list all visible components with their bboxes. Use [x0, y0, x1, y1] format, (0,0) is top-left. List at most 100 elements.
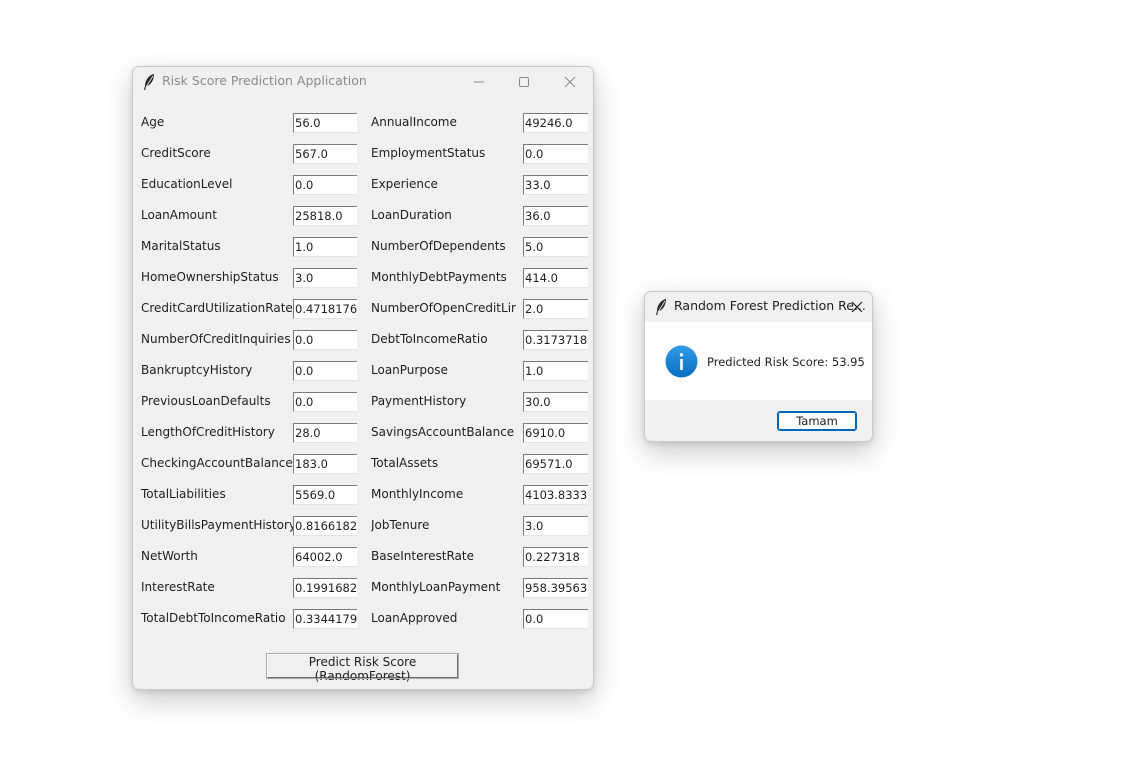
field-input[interactable] — [293, 144, 357, 164]
field-input[interactable] — [293, 609, 357, 629]
form-row: CheckingAccountBalance TotalAssets — [133, 454, 593, 474]
field-input[interactable] — [293, 330, 357, 350]
form-row: TotalDebtToIncomeRatio LoanApproved — [133, 609, 593, 629]
form-row: LengthOfCreditHistory SavingsAccountBalan… — [133, 423, 593, 443]
field-label: InterestRate — [141, 580, 215, 594]
form-row: PreviousLoanDefaults PaymentHistory — [133, 392, 593, 412]
field-input[interactable] — [293, 175, 357, 195]
window-title: Risk Score Prediction Application — [162, 73, 367, 88]
field-input[interactable] — [293, 299, 357, 319]
dialog-body: Predicted Risk Score: 53.95 — [645, 322, 872, 400]
prediction-dialog: Random Forest Prediction Re... Predicted… — [644, 291, 873, 442]
field-input[interactable] — [523, 268, 588, 288]
field-label: TotalAssets — [371, 456, 439, 470]
field-label: AnnualIncome — [371, 115, 457, 129]
field-label: MaritalStatus — [141, 239, 221, 253]
field-input[interactable] — [523, 392, 588, 412]
field-label: LoanPurpose — [371, 363, 448, 377]
field-label: CheckingAccountBalance — [141, 456, 293, 470]
ok-button[interactable]: Tamam — [777, 411, 857, 431]
form-row: CreditScore EmploymentStatus — [133, 144, 593, 164]
field-label: NetWorth — [141, 549, 198, 563]
field-label: JobTenure — [371, 518, 430, 532]
field-label: SavingsAccountBalance — [371, 425, 515, 439]
field-label: PaymentHistory — [371, 394, 467, 408]
field-label: PreviousLoanDefaults — [141, 394, 271, 408]
field-label: DebtToIncomeRatio — [371, 332, 488, 346]
field-input[interactable] — [293, 547, 357, 567]
field-input[interactable] — [523, 609, 588, 629]
field-label: CreditCardUtilizationRate — [141, 301, 293, 315]
field-label: HomeOwnershipStatus — [141, 270, 279, 284]
field-input[interactable] — [293, 423, 357, 443]
form-row: MaritalStatus NumberOfDependents — [133, 237, 593, 257]
form-row: EducationLevel Experience — [133, 175, 593, 195]
field-input[interactable] — [523, 547, 588, 567]
field-label: NumberOfCreditInquiries — [141, 332, 291, 346]
field-input[interactable] — [293, 454, 357, 474]
field-label: LoanDuration — [371, 208, 452, 222]
field-input[interactable] — [523, 299, 588, 319]
form-row: InterestRate MonthlyLoanPayment — [133, 578, 593, 598]
field-label: CreditScore — [141, 146, 211, 160]
field-input[interactable] — [293, 361, 357, 381]
field-input[interactable] — [523, 485, 588, 505]
maximize-icon[interactable] — [513, 71, 535, 93]
field-label: BaseInterestRate — [371, 549, 474, 563]
field-label: MonthlyIncome — [371, 487, 464, 501]
title-bar[interactable]: Risk Score Prediction Application — [133, 67, 593, 97]
prediction-message: Predicted Risk Score: 53.95 — [707, 355, 865, 369]
field-label: LoanAmount — [141, 208, 217, 222]
field-label: LoanApproved — [371, 611, 458, 625]
field-input[interactable] — [293, 206, 357, 226]
field-input[interactable] — [523, 361, 588, 381]
field-input[interactable] — [523, 175, 588, 195]
field-input[interactable] — [293, 578, 357, 598]
minimize-icon[interactable] — [468, 71, 490, 93]
field-input[interactable] — [523, 516, 588, 536]
field-label: LengthOfCreditHistory — [141, 425, 275, 439]
form-row: TotalLiabilities MonthlyIncome — [133, 485, 593, 505]
field-label: Experience — [371, 177, 438, 191]
form-row: Age AnnualIncome — [133, 113, 593, 133]
field-input[interactable] — [293, 113, 357, 133]
field-input[interactable] — [523, 423, 588, 443]
feather-icon — [142, 73, 156, 91]
field-label: EducationLevel — [141, 177, 233, 191]
field-input[interactable] — [293, 485, 357, 505]
form-row: NetWorth BaseInterestRate — [133, 547, 593, 567]
field-input[interactable] — [523, 330, 588, 350]
field-input[interactable] — [523, 578, 588, 598]
form-row: CreditCardUtilizationRate NumberOfOpenCre… — [133, 299, 593, 319]
field-label: NumberOfDependents — [371, 239, 506, 253]
field-label: TotalDebtToIncomeRatio — [141, 611, 286, 625]
field-input[interactable] — [523, 454, 588, 474]
field-input[interactable] — [293, 237, 357, 257]
field-label: MonthlyLoanPayment — [371, 580, 501, 594]
field-label: UtilityBillsPaymentHistory — [141, 518, 297, 532]
dialog-title-bar[interactable]: Random Forest Prediction Re... — [645, 292, 872, 322]
field-label: Age — [141, 115, 165, 129]
field-input[interactable] — [523, 144, 588, 164]
predict-button[interactable]: Predict Risk Score (RandomForest) — [266, 653, 459, 683]
field-label: BankruptcyHistory — [141, 363, 253, 377]
form-row: NumberOfCreditInquiries DebtToIncomeRatio — [133, 330, 593, 350]
dialog-title: Random Forest Prediction Re... — [674, 298, 866, 313]
field-input[interactable] — [523, 206, 588, 226]
form-row: LoanAmount LoanDuration — [133, 206, 593, 226]
close-icon[interactable] — [846, 296, 868, 318]
field-label: MonthlyDebtPayments — [371, 270, 507, 284]
form-row: UtilityBillsPaymentHistory JobTenure — [133, 516, 593, 536]
field-input[interactable] — [523, 237, 588, 257]
field-input[interactable] — [293, 392, 357, 412]
field-input[interactable] — [523, 113, 588, 133]
form-row: BankruptcyHistory LoanPurpose — [133, 361, 593, 381]
close-icon[interactable] — [559, 71, 581, 93]
field-label: NumberOfOpenCreditLines — [371, 301, 516, 315]
main-window: Risk Score Prediction Application Age Ann… — [132, 66, 594, 690]
field-label: TotalLiabilities — [141, 487, 226, 501]
info-icon — [665, 345, 698, 378]
field-input[interactable] — [293, 268, 357, 288]
form-row: HomeOwnershipStatus MonthlyDebtPayments — [133, 268, 593, 288]
field-input[interactable] — [293, 516, 357, 536]
